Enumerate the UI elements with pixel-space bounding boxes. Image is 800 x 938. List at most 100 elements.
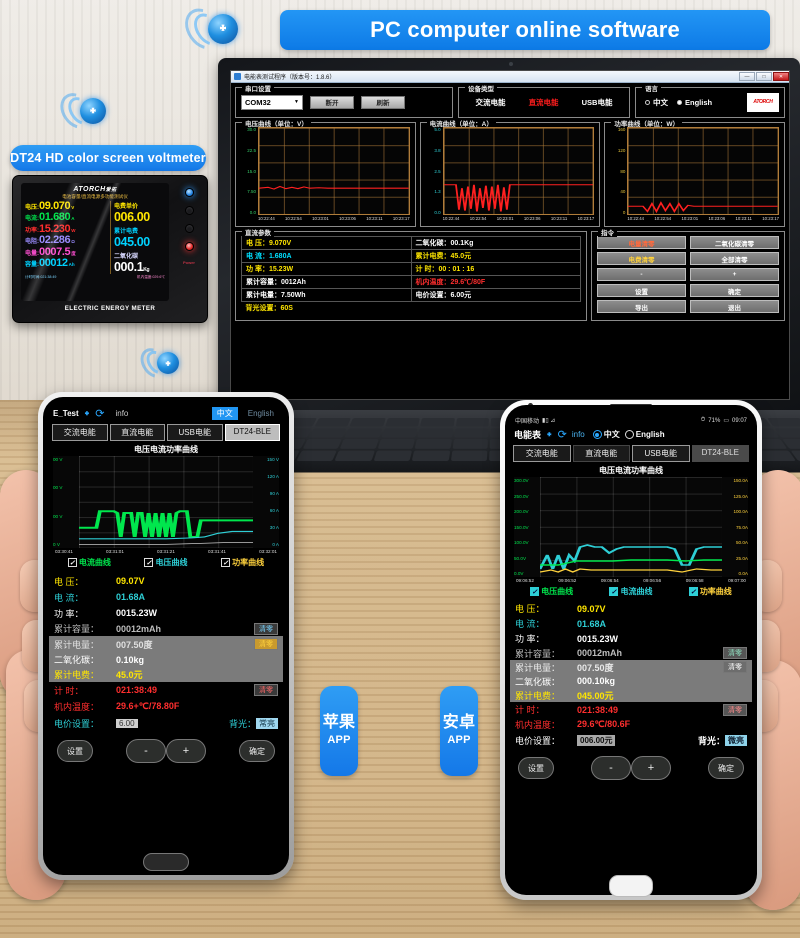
y-tick: 0.0 (434, 210, 441, 215)
x-tick: 10:23:11 (735, 216, 752, 221)
minus-button[interactable]: - (126, 739, 166, 763)
settings-button[interactable]: 设置 (518, 757, 554, 779)
device-type-ac[interactable]: 交流电能 (476, 97, 506, 108)
table-row: 电 流：1.680A 累计电费：45.0元 (241, 249, 581, 263)
carrier-label: 中国移动 (515, 419, 540, 425)
plus-button[interactable]: + (166, 739, 206, 763)
info-button[interactable]: info (115, 409, 128, 418)
app-icon (234, 73, 241, 80)
maximize-button[interactable]: □ (756, 72, 772, 81)
clear-co2-button[interactable]: 二氧化碳清零 (690, 236, 779, 249)
close-button[interactable]: ✕ (773, 72, 789, 81)
clear-energy-button[interactable]: 清零 (254, 638, 278, 650)
lang-english-button[interactable]: English (243, 408, 279, 419)
bluetooth-icon: ᛭ (53, 87, 106, 135)
page-title: PC computer online software (280, 10, 770, 50)
clear-energy-button[interactable]: 电量清零 (597, 236, 686, 249)
tab-ac-energy[interactable]: 交流电能 (52, 424, 108, 441)
price-input[interactable]: 6.00 (116, 718, 138, 728)
clear-capacity-button[interactable]: 清零 (254, 622, 278, 635)
tab-dc-energy[interactable]: 直流电能 (109, 424, 165, 441)
y-tick: 90 A (269, 491, 279, 496)
legend-power-curve[interactable]: ✓ 功率曲线 (688, 586, 732, 597)
checkbox-icon[interactable]: ✓ (530, 587, 540, 596)
legend-voltage-curve[interactable]: ✓ 电压曲线 (144, 557, 187, 568)
confirm-button[interactable]: 确定 (690, 284, 779, 297)
dc-params-group: 直流参数 电 压：9.070V 二氧化碳：00.1Kg 电 流：1.680A 累… (235, 227, 587, 321)
disconnect-button[interactable]: 断开 (310, 95, 354, 109)
minus-button[interactable]: - (597, 268, 686, 281)
info-button[interactable]: info (572, 430, 585, 439)
price-setting-row: 电价设置： 006.00元 背光： 微亮 (510, 732, 752, 749)
clear-fee-button[interactable]: 电费清零 (597, 252, 686, 265)
lang-option-english[interactable]: English (677, 98, 712, 107)
bluetooth-icon[interactable]: ᛭ (546, 429, 553, 441)
tab-dc-energy[interactable]: 直流电能 (572, 445, 630, 462)
checkbox-icon[interactable]: ✓ (688, 587, 698, 596)
refresh-icon[interactable]: ⟳ (95, 407, 104, 420)
x-tick: 10:22:44 (627, 216, 645, 221)
exit-button[interactable]: 退出 (690, 300, 779, 313)
com-port-select[interactable]: COM32 ▼ (241, 94, 303, 110)
legend-current-curve[interactable]: ✓ 电流曲线 (609, 586, 652, 597)
legend-power-curve[interactable]: ✓ 功率曲线 (221, 557, 264, 568)
tab-dt24-ble[interactable]: DT24-BLE (691, 445, 749, 462)
tab-usb-energy[interactable]: USB电能 (167, 424, 223, 441)
y-tick: 60 A (269, 508, 279, 513)
bottom-button-bar: 设置 - + 确定 (510, 752, 752, 784)
legend-current-curve[interactable]: ✓ 电流曲线 (67, 557, 111, 568)
export-button[interactable]: 导出 (597, 300, 686, 313)
confirm-button[interactable]: 确定 (239, 740, 275, 762)
lang-english-option[interactable]: English (624, 430, 665, 439)
y-tick: 30 A (269, 525, 279, 530)
confirm-button[interactable]: 确定 (708, 757, 744, 779)
plus-button[interactable]: + (631, 756, 671, 780)
x-tick: 10:22:44 (442, 216, 460, 221)
device-type-dc[interactable]: 直流电能 (529, 97, 559, 108)
refresh-icon[interactable]: ⟳ (558, 428, 567, 441)
minus-button[interactable]: - (591, 756, 631, 780)
clear-energy-button[interactable]: 清零 (723, 661, 747, 673)
tab-usb-energy[interactable]: USB电能 (632, 445, 690, 462)
chart-legend: ✓ 电压曲线 ✓ 电流曲线 ✓ 功率曲线 (510, 583, 752, 600)
settings-button[interactable]: 设置 (597, 284, 686, 297)
checkbox-icon[interactable]: ✓ (144, 558, 154, 567)
y-tick: 2.5 (434, 168, 441, 174)
y-tick: 250.0V (514, 493, 529, 499)
home-button[interactable] (609, 875, 653, 897)
checkbox-icon[interactable]: ✓ (221, 558, 231, 567)
reading-energy: 累计电量： 007.50度 清零 (510, 660, 752, 674)
tab-ac-energy[interactable]: 交流电能 (513, 445, 571, 462)
backlight-value[interactable]: 常亮 (256, 717, 278, 729)
lang-chinese-option[interactable]: 中文 (592, 429, 620, 440)
clear-capacity-button[interactable]: 清零 (723, 647, 747, 659)
checkbox-icon[interactable]: ✓ (67, 558, 77, 567)
lang-option-chinese[interactable]: 中文 (645, 97, 668, 108)
minimize-button[interactable]: — (739, 72, 755, 81)
bluetooth-icon[interactable]: ᛭ (84, 408, 91, 420)
x-tick: 03:31:41 (208, 549, 226, 554)
param-total-fee: 累计电费：45.0元 (410, 249, 581, 263)
settings-button[interactable]: 设置 (57, 740, 93, 762)
plus-button[interactable]: + (690, 268, 779, 281)
table-row: 累计电量：7.50Wh 电价设置：6.00元 (241, 288, 581, 302)
backlight-value[interactable]: 微亮 (725, 735, 747, 746)
clear-timer-button[interactable]: 清零 (254, 684, 278, 696)
dc-params-table: 电 压：9.070V 二氧化碳：00.1Kg 电 流：1.680A 累计电费：4… (241, 236, 581, 315)
x-tick: 03:30:41 (55, 549, 73, 554)
tab-dt24-ble[interactable]: DT24-BLE (224, 424, 280, 441)
lang-chinese-button[interactable]: 中文 (211, 407, 238, 420)
refresh-button[interactable]: 刷新 (361, 95, 405, 109)
checkbox-icon[interactable]: ✓ (609, 587, 619, 596)
y-tick: 100.0A (733, 509, 748, 514)
clear-timer-button[interactable]: 清零 (723, 703, 747, 716)
bluetooth-icon: ᛭ (134, 343, 179, 384)
clear-all-button[interactable]: 全部清零 (690, 252, 779, 265)
home-button[interactable] (143, 853, 189, 871)
price-input[interactable]: 006.00元 (577, 735, 616, 746)
x-tick: 09:06:56 (643, 578, 662, 583)
legend-voltage-curve[interactable]: ✓ 电压曲线 (530, 586, 573, 597)
y-tick: 80 (620, 168, 626, 174)
device-type-usb[interactable]: USB电能 (582, 97, 613, 108)
dt24-meter-device: ATORCH爱拓 电池容量/直流电源多功能测试仪 电压: 09.070 V 电流: 0… (12, 175, 208, 323)
